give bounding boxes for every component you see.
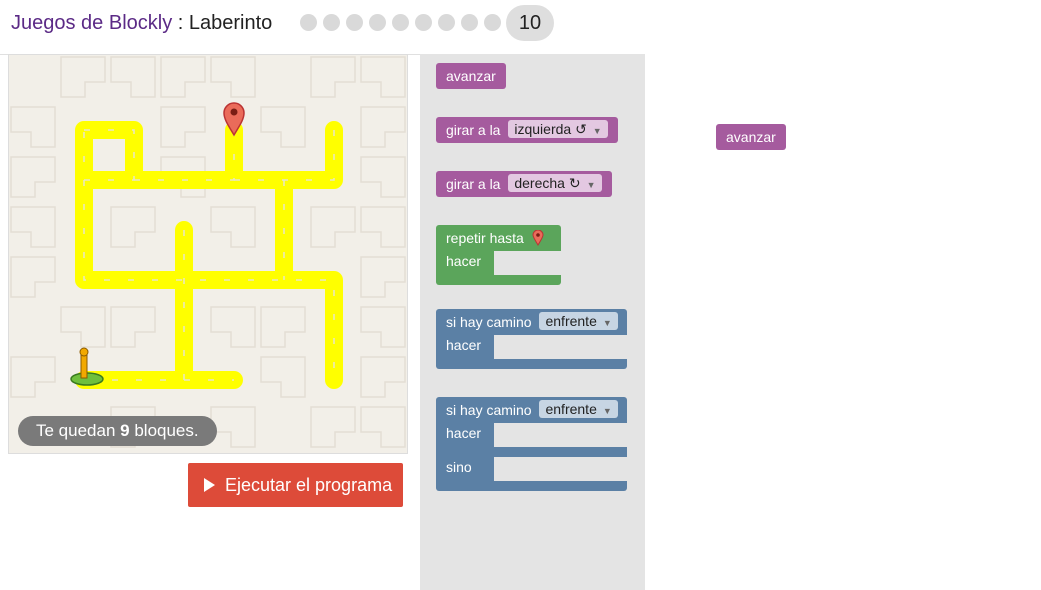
app-title-link[interactable]: Juegos de Blockly [11, 12, 172, 34]
remaining-blocks-capsule: Te quedan 9 bloques. [18, 416, 217, 446]
direction-dropdown[interactable]: derecha ↻ ▼ [508, 174, 602, 192]
block-side: hacer sino [436, 423, 494, 481]
block-label: hacer [446, 425, 482, 441]
block-header: si hay camino enfrente ▼ [436, 309, 627, 335]
direction-dropdown[interactable]: enfrente ▼ [539, 400, 618, 418]
level-dot[interactable] [415, 14, 432, 31]
run-button-label: Ejecutar el programa [225, 475, 393, 495]
goal-marker-icon [532, 229, 544, 246]
maze-path-markings [83, 129, 335, 381]
remaining-prefix: Te quedan [36, 421, 121, 440]
block-header: si hay camino enfrente ▼ [436, 397, 627, 423]
workspace-block-move-forward[interactable]: avanzar [716, 124, 786, 150]
dropdown-value: izquierda ↺ [514, 121, 587, 137]
maze-path [75, 121, 343, 389]
level-dot[interactable] [300, 14, 317, 31]
block-label: girar a la [446, 176, 501, 192]
remaining-suffix: bloques. [129, 421, 199, 440]
level-dot[interactable] [346, 14, 363, 31]
maze-svg [10, 56, 406, 448]
remaining-count: 9 [120, 421, 130, 440]
block-label: girar a la [446, 122, 501, 138]
game-name: Laberinto [188, 12, 273, 34]
block-label: avanzar [446, 68, 496, 84]
block-side: hacer [436, 335, 494, 359]
dropdown-arrow-icon: ▼ [602, 318, 612, 328]
block-footer [436, 275, 561, 285]
block-footer [436, 481, 627, 491]
block-header: repetir hasta [436, 225, 561, 251]
level-dot[interactable] [323, 14, 340, 31]
block-turn-left[interactable]: girar a la izquierda ↺ ▼ [436, 117, 618, 143]
dropdown-arrow-icon: ▼ [586, 180, 596, 190]
level-dot[interactable] [438, 14, 455, 31]
pegman-player-icon [70, 347, 104, 386]
direction-dropdown[interactable]: izquierda ↺ ▼ [508, 120, 608, 138]
block-label: hacer [446, 337, 482, 353]
block-label: si hay camino [446, 314, 532, 330]
level-dot[interactable] [369, 14, 386, 31]
block-if-path[interactable]: si hay camino enfrente ▼ hacer [436, 309, 627, 369]
play-icon [204, 478, 215, 492]
dropdown-value: enfrente [545, 401, 597, 417]
block-divider [494, 447, 627, 457]
dropdown-value: derecha ↻ [514, 175, 581, 191]
block-side: hacer [436, 251, 494, 275]
level-dot[interactable] [461, 14, 478, 31]
block-label: si hay camino [446, 402, 532, 418]
dropdown-arrow-icon: ▼ [592, 126, 602, 136]
block-toolbox: avanzar girar a la izquierda ↺ ▼ girar a … [420, 54, 645, 590]
block-label: repetir hasta [446, 230, 524, 246]
dropdown-value: enfrente [545, 313, 597, 329]
block-footer [436, 359, 627, 369]
header-bar: Juegos de Blockly : Laberinto 10 [0, 0, 1041, 55]
dropdown-arrow-icon: ▼ [602, 406, 612, 416]
direction-dropdown[interactable]: enfrente ▼ [539, 312, 618, 330]
level-dot[interactable] [392, 14, 409, 31]
maze-board [8, 54, 408, 454]
current-level-badge[interactable]: 10 [506, 5, 554, 41]
level-dot[interactable] [484, 14, 501, 31]
page-title: Juegos de Blockly : Laberinto [11, 12, 272, 35]
block-label: hacer [446, 253, 482, 269]
block-turn-right[interactable]: girar a la derecha ↻ ▼ [436, 171, 612, 197]
title-separator: : [172, 12, 189, 34]
program-workspace[interactable]: avanzar [645, 54, 1041, 590]
block-if-else-path[interactable]: si hay camino enfrente ▼ hacer sino [436, 397, 627, 491]
block-label: sino [446, 459, 472, 475]
block-move-forward[interactable]: avanzar [436, 63, 506, 89]
level-selector [300, 14, 501, 31]
block-repeat-until[interactable]: repetir hasta hacer [436, 225, 561, 285]
run-program-button[interactable]: Ejecutar el programa [188, 463, 403, 507]
block-label: avanzar [726, 129, 776, 145]
